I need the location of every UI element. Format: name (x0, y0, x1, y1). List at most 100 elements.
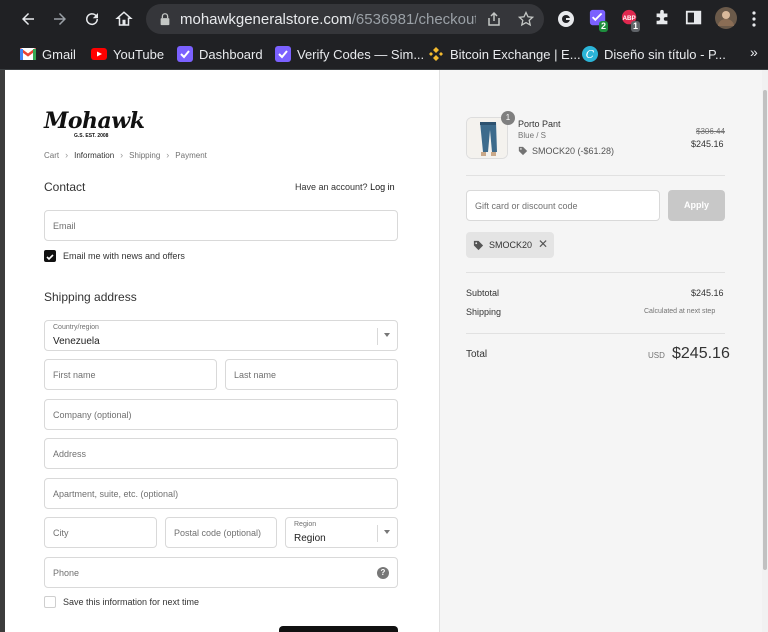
region-select[interactable]: Region Region (285, 517, 398, 548)
checkout-page: Mohawk G.S. EST. 2008 Cart › Information… (0, 70, 768, 632)
tag-icon (518, 146, 528, 156)
verify-codes-ext-icon[interactable]: 2 (589, 9, 609, 32)
bookmark-label: Gmail (42, 46, 76, 62)
first-name-placeholder: First name (53, 370, 96, 380)
store-logo[interactable]: Mohawk G.S. EST. 2008 (44, 108, 145, 139)
bookmarks-bar: Gmail YouTube Dashboard Verify Codes — S… (0, 38, 768, 70)
side-panel-icon[interactable] (685, 9, 705, 29)
bookmark-label: Bitcoin Exchange | E... (450, 46, 581, 62)
bookmark-canva[interactable]: C Diseño sin título - P... (582, 45, 726, 63)
grammarly-icon[interactable] (556, 9, 576, 29)
close-icon[interactable]: ✕ (538, 238, 548, 250)
country-select[interactable]: Country/region Venezuela (44, 320, 398, 351)
address-bar[interactable]: mohawkgeneralstore.com/6536981/checkout.… (146, 4, 544, 34)
original-price: $306.44 (696, 127, 725, 136)
url-text: mohawkgeneralstore.com/6536981/checkout.… (180, 11, 476, 28)
select-divider (377, 525, 378, 542)
total-value: $245.16 (672, 345, 730, 362)
discount-code-input[interactable]: Gift card or discount code (466, 190, 660, 221)
save-info-label: Save this information for next time (63, 597, 200, 607)
chevron-down-icon (384, 530, 390, 534)
bookmark-star-icon[interactable] (518, 11, 534, 27)
quantity-badge: 1 (501, 111, 515, 125)
login-link[interactable]: Log in (370, 182, 395, 192)
apartment-field[interactable]: Apartment, suite, etc. (optional) (44, 478, 398, 509)
breadcrumb-cart[interactable]: Cart (44, 151, 59, 160)
logo-text: Mohawk (44, 108, 145, 134)
ext-badge: 2 (599, 21, 609, 32)
product-variant: Blue / S (518, 131, 547, 140)
save-info-checkbox[interactable] (44, 596, 56, 608)
extensions-puzzle-icon[interactable] (653, 9, 673, 29)
svg-text:C: C (586, 48, 595, 61)
gmail-icon (20, 46, 36, 62)
apartment-placeholder: Apartment, suite, etc. (optional) (53, 489, 179, 499)
last-name-field[interactable]: Last name (225, 359, 398, 390)
breadcrumb-payment: Payment (175, 150, 207, 160)
scrollbar-thumb[interactable] (763, 90, 767, 570)
canva-icon: C (582, 46, 598, 62)
reload-icon[interactable] (80, 7, 104, 31)
bookmark-verify-codes[interactable]: Verify Codes — Sim... (275, 45, 424, 63)
forward-icon[interactable] (48, 7, 72, 31)
address-field[interactable]: Address (44, 438, 398, 469)
postal-code-field[interactable]: Postal code (optional) (165, 517, 277, 548)
news-checkbox[interactable] (44, 250, 56, 262)
lock-icon (160, 13, 170, 26)
verify-codes-icon (275, 46, 291, 62)
country-value: Venezuela (53, 336, 100, 347)
share-icon[interactable] (486, 11, 502, 27)
help-icon[interactable]: ? (377, 567, 389, 579)
discount-text: SMOCK20 (-$61.28) (532, 146, 615, 156)
tag-icon (473, 240, 484, 250)
menu-dots-icon[interactable] (746, 7, 762, 31)
email-field[interactable]: Email (44, 210, 398, 241)
shipping-heading: Shipping address (44, 290, 137, 304)
email-placeholder: Email (53, 221, 76, 231)
dashboard-icon (177, 46, 193, 62)
city-field[interactable]: City (44, 517, 157, 548)
more-bookmarks-icon[interactable]: » (750, 44, 758, 60)
product-name: Porto Pant (518, 119, 561, 129)
news-checkbox-label: Email me with news and offers (63, 251, 185, 261)
company-field[interactable]: Company (optional) (44, 399, 398, 430)
company-placeholder: Company (optional) (53, 410, 132, 420)
continue-button[interactable] (279, 626, 398, 632)
bookmark-bitcoin[interactable]: Bitcoin Exchange | E... (428, 45, 581, 63)
city-placeholder: City (53, 528, 69, 538)
region-label: Region (294, 521, 317, 528)
currency-code: USD (648, 351, 665, 360)
breadcrumb: Cart › Information › Shipping › Payment (44, 150, 207, 160)
postal-placeholder: Postal code (optional) (174, 528, 262, 538)
shipping-value: Calculated at next step (644, 308, 716, 315)
applied-discount-chip: SMOCK20 ✕ (466, 232, 554, 258)
product-thumbnail (466, 117, 508, 159)
adblock-icon[interactable]: ABP 1 (621, 9, 641, 32)
bookmark-youtube[interactable]: YouTube (91, 45, 164, 63)
chevron-right-icon: › (166, 150, 170, 160)
divider (466, 333, 725, 334)
chevron-down-icon (384, 333, 390, 337)
bookmark-label: YouTube (113, 46, 165, 62)
back-icon[interactable] (16, 7, 40, 31)
select-divider (377, 328, 378, 345)
scrollbar[interactable] (762, 70, 768, 632)
discount-placeholder: Gift card or discount code (475, 201, 578, 211)
apply-button[interactable]: Apply (668, 190, 725, 221)
contact-heading: Contact (44, 180, 86, 194)
phone-placeholder: Phone (53, 568, 80, 578)
profile-avatar[interactable] (714, 6, 737, 29)
checkmark-icon (46, 254, 54, 261)
breadcrumb-shipping: Shipping (129, 150, 161, 160)
phone-field[interactable]: Phone ? (44, 557, 398, 588)
bookmark-dashboard[interactable]: Dashboard (177, 45, 263, 63)
pants-image (467, 118, 507, 158)
window-edge (0, 70, 5, 632)
region-value: Region (294, 533, 326, 544)
bookmark-gmail[interactable]: Gmail (20, 45, 76, 63)
bookmark-label: Diseño sin título - P... (604, 46, 726, 62)
home-icon[interactable] (112, 7, 136, 31)
first-name-field[interactable]: First name (44, 359, 217, 390)
shipping-label: Shipping (466, 307, 502, 317)
ext-badge: 1 (631, 21, 641, 32)
